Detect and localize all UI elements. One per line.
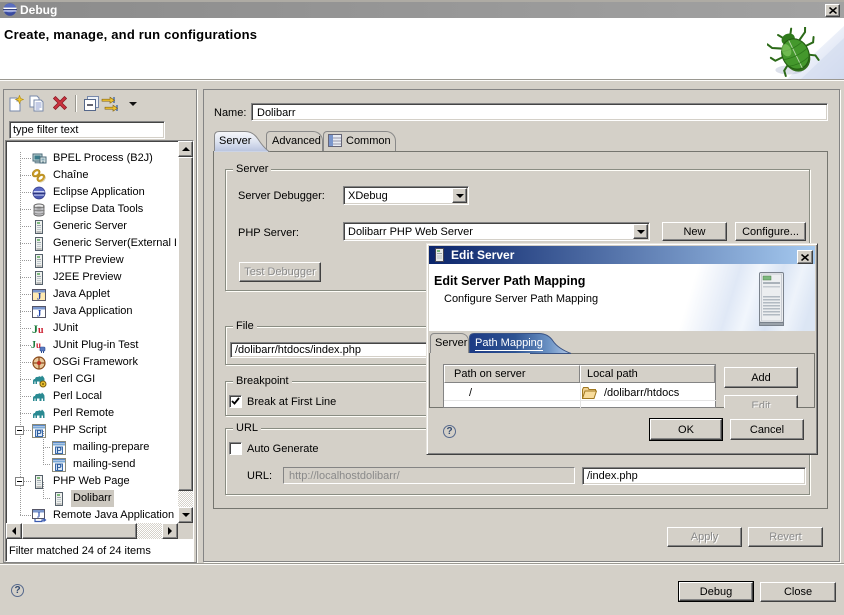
svg-text:P: P (36, 428, 42, 437)
svg-text:J: J (37, 511, 41, 519)
svg-text:J: J (37, 291, 42, 301)
svg-text:u: u (38, 325, 44, 336)
svg-text:P: P (56, 445, 62, 454)
svg-text:P: P (56, 462, 62, 471)
svg-text:J: J (37, 308, 42, 318)
